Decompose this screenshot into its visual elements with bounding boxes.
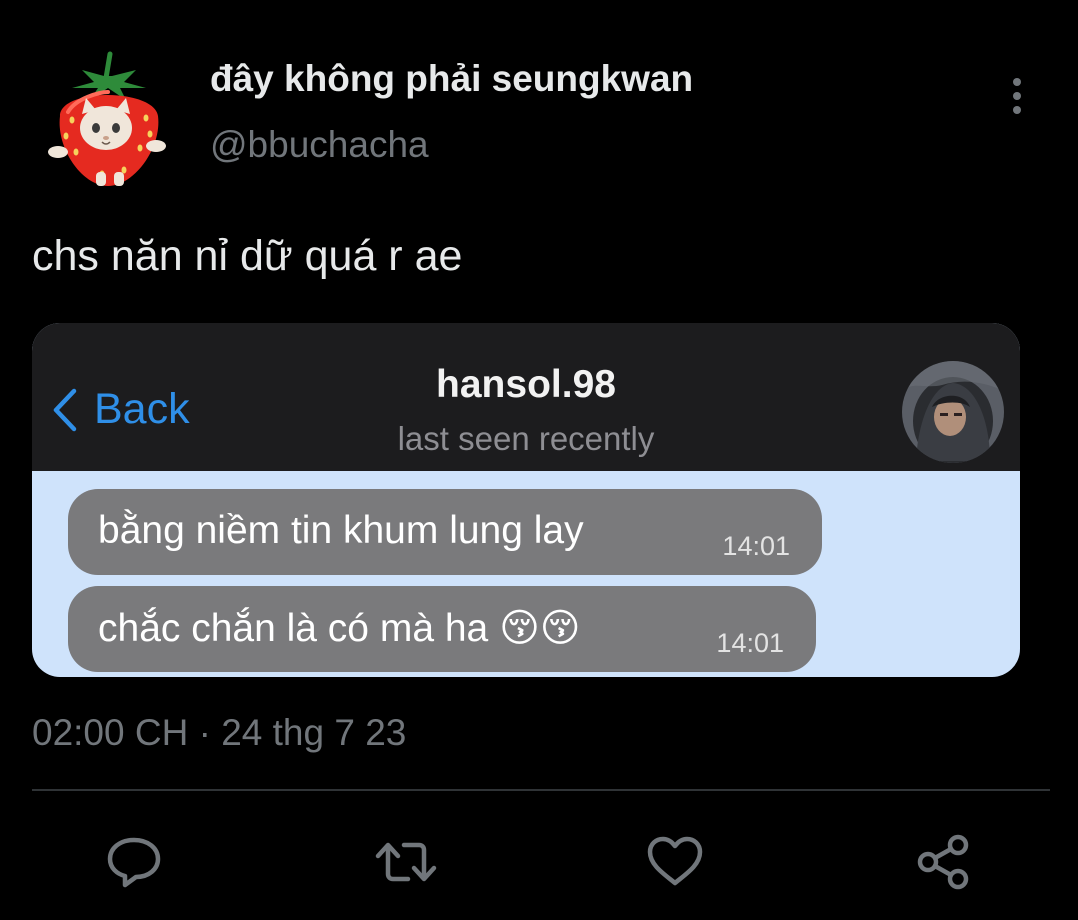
more-vertical-icon xyxy=(1013,78,1021,86)
tweet-media-image[interactable]: Back hansol.98 last seen recently bằng n… xyxy=(32,323,1020,677)
chat-header: Back hansol.98 last seen recently xyxy=(32,323,1020,471)
more-vertical-icon xyxy=(1013,92,1021,100)
retweet-button[interactable] xyxy=(374,832,438,892)
chat-message-bubble: chắc chắn là có mà ha 😚😚 14:01 xyxy=(68,586,816,672)
chat-message-time: 14:01 xyxy=(722,531,790,561)
user-handle[interactable]: @bbuchacha xyxy=(210,124,429,166)
contact-photo-icon xyxy=(902,361,1004,463)
divider xyxy=(32,789,1050,791)
more-options-button[interactable] xyxy=(1000,74,1034,118)
chat-message-bubble: bằng niềm tin khum lung lay 14:01 xyxy=(68,489,822,575)
chat-contact-name: hansol.98 xyxy=(436,363,616,406)
like-button[interactable] xyxy=(643,832,707,892)
strawberry-cat-avatar-icon xyxy=(48,51,166,186)
avatar[interactable] xyxy=(42,48,172,188)
heart-icon xyxy=(647,836,703,886)
retweet-icon xyxy=(375,842,437,882)
chat-message-text: bằng niềm tin khum lung lay xyxy=(98,509,584,552)
chat-message-text: chắc chắn là có mà ha 😚😚 xyxy=(98,607,581,650)
chat-contact-avatar xyxy=(902,361,1004,463)
reply-icon xyxy=(107,837,161,888)
display-name[interactable]: đây không phải seungkwan xyxy=(210,58,693,100)
reply-button[interactable] xyxy=(102,832,166,892)
share-button[interactable] xyxy=(912,832,976,892)
tweet-timestamp[interactable]: 02:00 CH · 24 thg 7 23 xyxy=(32,712,406,754)
chat-message-time: 14:01 xyxy=(716,628,784,658)
tweet-text: chs năn nỉ dữ quá r ae xyxy=(32,232,463,280)
chat-contact-status: last seen recently xyxy=(397,420,655,457)
more-vertical-icon xyxy=(1013,106,1021,114)
share-icon xyxy=(917,834,969,890)
